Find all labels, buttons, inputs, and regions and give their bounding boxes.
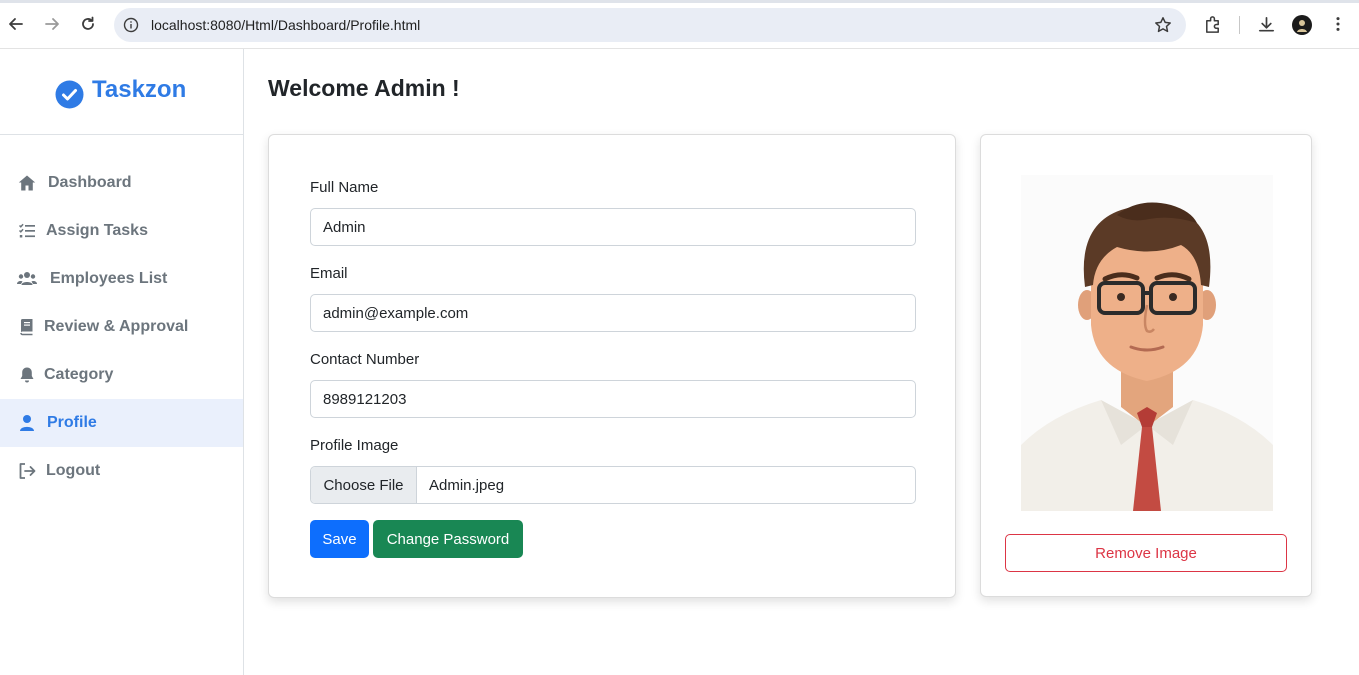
forward-arrow-icon[interactable] (41, 13, 63, 35)
more-menu-icon[interactable] (1328, 14, 1348, 34)
logout-icon (17, 462, 37, 480)
full-name-label: Full Name (310, 179, 379, 196)
selected-file-name: Admin.jpeg (429, 477, 505, 494)
sidebar-item-profile[interactable]: Profile (0, 399, 243, 447)
contact-number-input[interactable] (310, 380, 916, 418)
remove-image-button[interactable]: Remove Image (1005, 534, 1287, 572)
profile-image-label: Profile Image (310, 437, 399, 454)
sidebar-item-employees-list[interactable]: Employees List (0, 255, 243, 303)
brand-name: Taskzon (92, 76, 187, 103)
sidebar-item-label: Employees List (50, 270, 168, 287)
back-arrow-icon[interactable] (5, 13, 27, 35)
reload-icon[interactable] (77, 13, 99, 35)
toolbar-divider (1239, 16, 1240, 34)
profile-avatar-icon[interactable] (1292, 15, 1312, 35)
bookmark-star-icon[interactable] (1154, 16, 1172, 34)
sidebar-item-category[interactable]: Category (0, 351, 243, 399)
bell-icon (17, 366, 37, 384)
sidebar-item-label: Profile (47, 414, 97, 431)
sidebar-item-review-approval[interactable]: Review & Approval (0, 303, 243, 351)
url-text[interactable]: localhost:8080/Html/Dashboard/Profile.ht… (151, 17, 420, 33)
sidebar-item-label: Dashboard (48, 174, 132, 191)
check-circle-icon (55, 80, 84, 109)
email-label: Email (310, 265, 348, 282)
page-title: Welcome Admin ! (268, 75, 460, 101)
email-input[interactable] (310, 294, 916, 332)
site-info-icon[interactable] (123, 17, 139, 33)
address-bar[interactable]: localhost:8080/Html/Dashboard/Profile.ht… (114, 8, 1186, 42)
task-list-icon (17, 222, 37, 240)
sidebar-item-dashboard[interactable]: Dashboard (0, 159, 243, 207)
sidebar: Taskzon Dashboard Assign Tasks Employees… (0, 49, 244, 675)
browser-toolbar: localhost:8080/Html/Dashboard/Profile.ht… (0, 0, 1359, 49)
choose-file-button[interactable]: Choose File (311, 467, 417, 503)
users-icon (17, 270, 37, 288)
sidebar-item-logout[interactable]: Logout (0, 447, 243, 495)
download-icon[interactable] (1256, 14, 1276, 34)
home-icon (17, 174, 37, 192)
brand[interactable]: Taskzon (0, 49, 243, 135)
change-password-button[interactable]: Change Password (373, 520, 523, 558)
sidebar-item-label: Category (44, 366, 114, 383)
user-icon (17, 414, 37, 432)
profile-portrait-image (1021, 175, 1273, 511)
sidebar-item-label: Assign Tasks (46, 222, 148, 239)
book-icon (17, 318, 37, 336)
extensions-icon[interactable] (1202, 14, 1222, 34)
profile-image-file-input[interactable]: Choose File Admin.jpeg (310, 466, 916, 504)
full-name-input[interactable] (310, 208, 916, 246)
profile-image-card: Remove Image (980, 134, 1312, 597)
sidebar-item-label: Review & Approval (44, 318, 189, 335)
profile-form-card: Full Name Email Contact Number Profile I… (268, 134, 956, 598)
sidebar-item-label: Logout (46, 462, 101, 479)
sidebar-item-assign-tasks[interactable]: Assign Tasks (0, 207, 243, 255)
contact-number-label: Contact Number (310, 351, 420, 368)
save-button[interactable]: Save (310, 520, 369, 558)
